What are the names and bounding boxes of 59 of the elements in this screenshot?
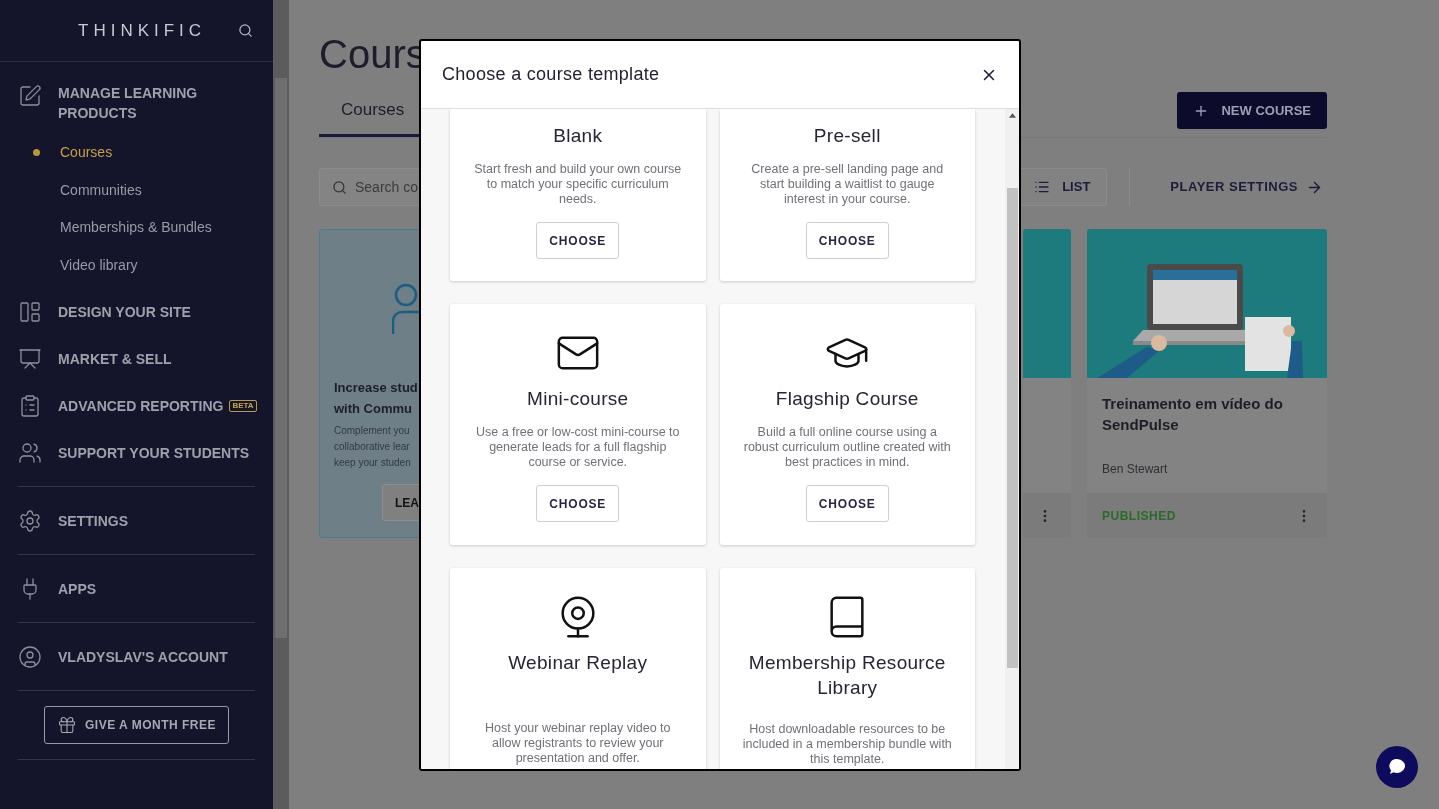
give-month-free-button[interactable]: GIVE A MONTH FREE <box>44 706 229 744</box>
template-name: Blank <box>553 124 603 148</box>
promo-title: Increase stud <box>334 379 419 397</box>
promo-text: collaborative lear <box>334 440 411 454</box>
scrollbar[interactable] <box>273 0 289 809</box>
course-title[interactable]: Treinamento em vídeo do SendPulse <box>1102 393 1312 435</box>
thinkific-logo[interactable]: THINKIFIC <box>78 17 207 44</box>
new-course-button[interactable]: NEW COURSE <box>1177 92 1327 129</box>
nav-subitem[interactable]: Communities <box>60 179 142 201</box>
template-description: Build a full online course using a robust curriculum outline created with best practices in mind. <box>742 425 952 470</box>
nav-item[interactable]: SUPPORT YOUR STUDENTS <box>58 442 250 463</box>
nav-item[interactable]: MARKET & SELL <box>58 348 172 369</box>
template-description: Host downloadable resources to be included in a membership bundle with this template. <box>741 722 953 767</box>
template-description: Create a pre-sell landing page and start building a waitlist to gauge interest in your course. <box>750 162 945 207</box>
template-description: Host your webinar replay video to allow registrants to review your presentation and offer. <box>484 721 672 766</box>
template-name: Pre-sell <box>813 124 881 148</box>
beta-badge: BETA <box>229 399 257 412</box>
chart-board-icon <box>18 347 42 371</box>
promo-text: keep your studen <box>334 456 412 470</box>
nav-item[interactable]: DESIGN YOUR SITE <box>58 301 191 322</box>
player-settings-link[interactable]: PLAYER SETTINGS <box>1170 177 1323 197</box>
people-icon <box>18 441 42 465</box>
nav-item[interactable]: ADVANCED REPORTING <box>58 395 224 416</box>
nav-subitem[interactable]: Video library <box>60 254 138 276</box>
nav-item[interactable]: SETTINGS <box>58 510 128 531</box>
template-name: Membership Resource Library <box>747 651 947 700</box>
dialog-title: Choose a course template <box>442 63 660 86</box>
course-author: Ben Stewart <box>1102 461 1169 478</box>
settings-icon <box>18 509 42 533</box>
nav-subitem[interactable]: Courses <box>60 142 113 164</box>
choose-button[interactable]: CHOOSE <box>805 222 889 259</box>
edit-board-icon <box>18 84 42 108</box>
template-name: Flagship Course <box>775 387 919 411</box>
account-icon <box>18 645 42 669</box>
template-description: Start fresh and build your own course to match your specific curriculum needs. <box>473 162 683 207</box>
layout-icon <box>18 300 42 324</box>
nav-item[interactable]: MANAGE LEARNING PRODUCTS <box>58 83 228 123</box>
nav-item[interactable]: APPS <box>58 578 97 599</box>
report-icon <box>18 394 42 418</box>
gift-icon <box>57 715 77 735</box>
person-icon <box>392 283 420 335</box>
promo-text: Complement you <box>334 424 411 438</box>
nav-subitem[interactable]: Memberships & Bundles <box>60 217 212 239</box>
template-description: Use a free or low-cost mini-course to generate leads for a full flagship course or service. <box>474 425 681 470</box>
chat-bubble-icon <box>1387 757 1407 777</box>
choose-button[interactable]: CHOOSE <box>536 222 620 259</box>
scrollbar[interactable] <box>1005 109 1019 769</box>
template-name: Mini-course <box>527 387 629 411</box>
choose-button[interactable]: CHOOSE <box>805 485 889 522</box>
status-label: PUBLISHED <box>1102 507 1176 525</box>
nav-item[interactable]: VLADYSLAV'S ACCOUNT <box>58 646 228 667</box>
template-name: Webinar Replay <box>508 651 648 675</box>
search-icon <box>332 179 347 195</box>
list-icon <box>1034 179 1051 195</box>
choose-button[interactable]: CHOOSE <box>536 485 620 522</box>
search-icon[interactable] <box>238 23 253 38</box>
promo-title: with Commu <box>334 400 413 418</box>
scroll-up-arrow-icon[interactable] <box>1008 113 1016 118</box>
course-card[interactable]: Treinamento em vídeo do SendPulse Ben Stewart PUBLISHED <box>1087 229 1327 538</box>
